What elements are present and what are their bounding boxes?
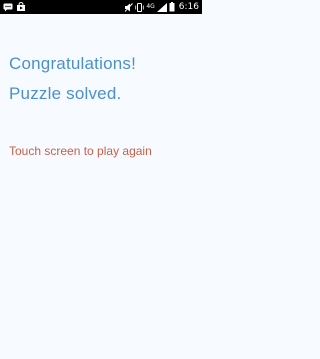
puzzle-complete-screen[interactable]: Congratulations! Puzzle solved. Touch sc… bbox=[0, 14, 202, 359]
play-store-icon bbox=[16, 2, 26, 12]
sms-icon bbox=[3, 3, 13, 12]
signal-icon bbox=[156, 2, 167, 12]
system-status-area: 4G 6:16 bbox=[125, 2, 199, 12]
play-again-prompt[interactable]: Touch screen to play again bbox=[9, 144, 152, 158]
battery-icon bbox=[169, 2, 175, 12]
mute-icon bbox=[125, 2, 134, 12]
notification-area bbox=[3, 2, 26, 12]
status-time: 6:16 bbox=[178, 2, 199, 12]
congratulations-text: Congratulations! bbox=[9, 54, 136, 73]
network-type-label: 4G bbox=[146, 3, 155, 10]
puzzle-solved-text: Puzzle solved. bbox=[9, 84, 122, 103]
vibrate-icon bbox=[135, 2, 145, 12]
status-bar: 4G 6:16 bbox=[0, 0, 202, 14]
